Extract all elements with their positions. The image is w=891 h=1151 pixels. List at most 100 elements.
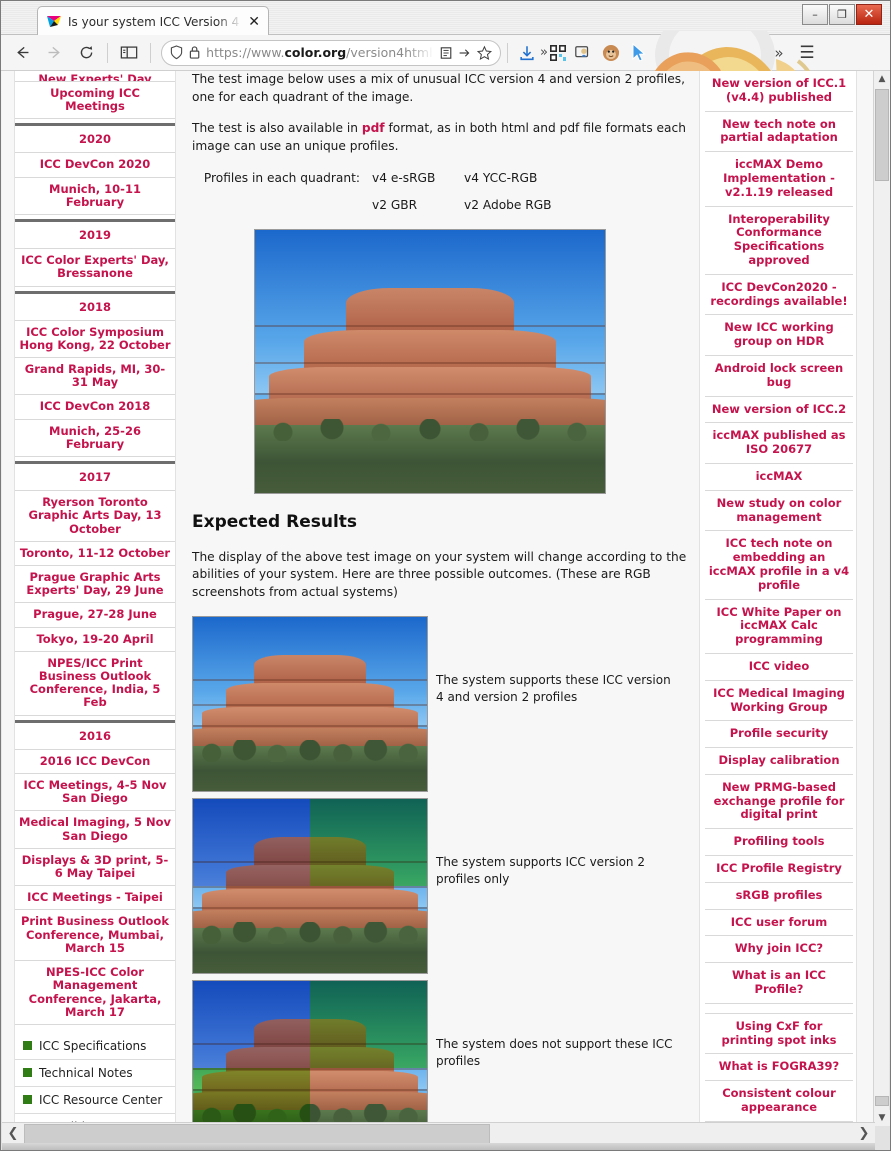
news-link[interactable]: Profile security [705,721,853,749]
sidebar-item[interactable]: Upcoming ICC Meetings [15,82,175,120]
back-icon[interactable] [7,39,37,67]
sidebar-item[interactable]: ICC DevCon 2020 [15,153,175,178]
news-link[interactable]: ICC tech note on embedding an iccMAX pro… [705,531,853,600]
news-link[interactable]: New PRMG-based exchange profile for digi… [705,775,853,830]
strata-line-2 [193,1067,427,1070]
close-window-button[interactable]: ✕ [856,4,882,25]
vegetation-region [193,921,427,973]
go-arrow-icon[interactable] [458,46,471,60]
news-link[interactable]: sRGB profiles [705,883,853,910]
news-link[interactable]: New version of ICC.1 (v4.4) published [705,71,853,112]
overflow-chevrons-left: » [540,45,548,60]
vertical-scroll-thumb[interactable] [875,89,889,181]
sidebar-item[interactable]: NPES-ICC Color Management Conference, Ja… [15,961,175,1025]
news-link[interactable]: New study on color management [705,491,853,532]
pdf-link[interactable]: pdf [362,121,385,135]
qr-scanner-extension-icon[interactable]: » [540,40,568,66]
news-link[interactable]: ICC Medical Imaging Working Group [705,681,853,722]
news-link[interactable]: New ICC working group on HDR [705,315,853,356]
address-bar[interactable]: https://www.color.org/version4html.xa [161,39,501,66]
news-link[interactable]: iccMAX Demo Implementation - v2.1.19 rel… [705,152,853,207]
sidebar-item[interactable]: Print Business Outlook Conference, Mumba… [15,910,175,962]
sidebar-item[interactable]: Tokyo, 19-20 April [15,628,175,652]
reader-mode-icon[interactable] [440,46,452,60]
reload-icon[interactable] [71,39,101,67]
news-link[interactable]: Interoperability Conformance Specificati… [705,207,853,275]
profile-bottom-right: v2 Adobe RGB [464,198,552,213]
sidebar-item[interactable]: Grand Rapids, MI, 30-31 May [15,358,175,396]
cube-extension-icon[interactable]: 33 [710,38,737,66]
eyedropper-icon[interactable] [738,40,764,66]
document-link[interactable]: Technical Notes [15,1060,175,1087]
bookmark-star-icon[interactable] [477,45,493,61]
maximize-button[interactable]: ❐ [829,4,855,25]
toolbar-overflow-icon[interactable]: » [766,40,792,66]
news-link[interactable]: What is FOGRA39? [705,1054,853,1082]
sidebar-item[interactable]: Medical Imaging, 5 Nov San Diego [15,811,175,849]
sidebar-item[interactable]: ICC Color Symposium Hong Kong, 22 Octobe… [15,321,175,358]
sidebar-item[interactable]: 2016 ICC DevCon [15,750,175,774]
news-spacer [705,1004,853,1014]
news-link[interactable]: New tech note on partial adaptation [705,112,853,153]
monkey-extension-icon[interactable] [598,40,624,66]
strata-line-2 [193,703,427,706]
news-link[interactable]: Consistent colour appearance [705,1081,853,1122]
cursor-pointer-icon[interactable] [626,40,652,66]
sidebar-item[interactable]: Displays & 3D print, 5-6 May Taipei [15,849,175,887]
scroll-down-button[interactable]: ▼ [874,1110,890,1126]
horizontal-scroll-thumb[interactable] [24,1123,490,1144]
scroll-right-button[interactable]: ❯ [853,1124,875,1144]
sidebar-toggle-icon[interactable] [114,39,144,67]
profiles-row-top: Profiles in each quadrant: v4 e-sRGB v4 … [192,170,692,188]
shield-icon [170,45,183,60]
sidebar-year-heading: 2016 [15,719,175,750]
strata-line-2 [193,885,427,888]
sidebar-item[interactable]: Prague Graphic Arts Experts' Day, 29 Jun… [15,566,175,604]
news-link[interactable]: Android lock screen bug [705,356,853,397]
news-link[interactable]: iccMAX published as ISO 20677 [705,423,853,464]
news-link[interactable]: What is an ICC Profile? [705,963,853,1004]
sidebar-item[interactable]: Prague, 27-28 June [15,603,175,628]
vertical-scroll-thumb-lower[interactable] [875,1096,889,1106]
document-link[interactable]: ICC Resource Center [15,1087,175,1114]
sidebar-item[interactable]: ICC Color Experts' Day, Bressanone [15,249,175,287]
news-link[interactable]: New version of ICC.2 [705,397,853,424]
app-menu-icon[interactable]: ☰ [794,40,820,66]
vertical-scrollbar[interactable]: ▲ ▼ [873,71,890,1126]
sidebar-item[interactable]: ICC Meetings, 4-5 Nov San Diego [15,774,175,812]
downloads-icon[interactable] [514,40,540,66]
sidebar-item-clipped[interactable]: New Experts' Day [15,71,175,82]
forward-icon[interactable] [39,39,69,67]
container-tabs-extension-icon[interactable] [570,40,596,66]
ublock-origin-icon[interactable]: ub 1 [654,38,681,66]
sidebar-item[interactable]: Munich, 10-11 February [15,178,175,216]
news-link[interactable]: Using CxF for printing spot inks [705,1014,853,1055]
news-link[interactable]: Display calibration [705,748,853,775]
horizontal-scrollbar[interactable]: ❮ ❯ [2,1122,875,1144]
news-link[interactable]: ICC DevCon2020 - recordings available! [705,275,853,316]
sidebar-item[interactable]: NPES/ICC Print Business Outlook Conferen… [15,652,175,716]
news-link[interactable]: Profiling tools [705,829,853,857]
tab-close-icon[interactable]: ✕ [248,15,260,29]
sidebar-item[interactable]: ICC Meetings - Taipei [15,886,175,911]
profile-bottom-left: v2 GBR [372,198,418,213]
news-link[interactable]: ICC user forum [705,910,853,937]
scroll-up-button[interactable]: ▲ [874,71,890,87]
minimize-button[interactable]: – [802,4,828,25]
sidebar-item[interactable]: ICC DevCon 2018 [15,395,175,420]
s-extension-icon[interactable]: S [682,40,708,66]
news-link[interactable]: iccMAX [705,464,853,491]
square-bullet-icon [23,1068,32,1078]
strata-line-1 [255,324,605,327]
news-link[interactable]: Why join ICC? [705,936,853,964]
news-link[interactable]: ICC Profile Registry [705,856,853,883]
sidebar-item[interactable]: Ryerson Toronto Graphic Arts Day, 13 Oct… [15,491,175,542]
sidebar-item[interactable]: Munich, 25-26 February [15,420,175,458]
news-link[interactable]: ICC White Paper on iccMAX Calc programmi… [705,600,853,654]
news-link[interactable]: ICC video [705,654,853,681]
scroll-left-button[interactable]: ❮ [2,1124,24,1144]
document-link[interactable]: ICC Specifications [15,1033,175,1060]
sidebar-item[interactable]: Toronto, 11-12 October [15,542,175,566]
browser-tab[interactable]: Is your system ICC Version 4 read ✕ [37,6,269,37]
